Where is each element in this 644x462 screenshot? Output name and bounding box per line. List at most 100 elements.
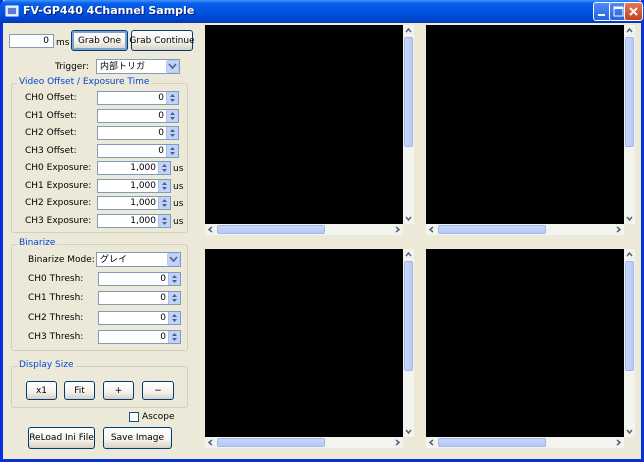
spinner-arrows-icon[interactable] [166,127,178,139]
spinner-arrows-icon[interactable] [166,92,178,104]
video-row-label: CH3 Offset: [25,145,77,156]
video-row-spinbox[interactable]: 1,000 [97,178,171,193]
scroll-thumb[interactable] [217,225,325,234]
thresh-row-spinbox[interactable]: 0 [98,272,181,286]
scroll-thumb[interactable] [438,225,546,234]
scroll-down-icon[interactable] [403,426,414,437]
video-row-unit: us [173,181,184,192]
save-image-button[interactable]: Save Image [103,427,172,449]
binarize-mode-select[interactable]: グレイ [96,252,181,267]
video-row-unit: us [173,164,184,174]
vertical-scrollbar[interactable] [403,25,414,224]
title-bar[interactable]: FV-GP440 4Channel Sample [0,0,644,23]
video-row-value: 1,000 [130,180,156,191]
video-row-label: CH2 Exposure: [25,198,92,208]
video-row-label: CH3 Exposure: [25,215,92,226]
vertical-scrollbar[interactable] [624,25,635,224]
chevron-down-icon[interactable] [166,60,179,73]
scroll-right-icon[interactable] [613,224,624,235]
horizontal-scrollbar[interactable] [426,437,624,448]
spinner-arrows-icon[interactable] [168,330,180,343]
scroll-thumb[interactable] [404,37,413,147]
video-row-spinbox[interactable]: 0 [97,126,179,140]
scroll-thumb[interactable] [217,438,325,447]
video-row-label: CH0 Offset: [25,93,77,103]
zoom-in-button[interactable]: + [103,381,134,400]
video-row-value: 0 [158,110,164,121]
grab-continue-button[interactable]: Grab Continue [129,30,195,51]
scroll-up-icon[interactable] [403,25,414,36]
spinner-arrows-icon[interactable] [166,144,178,157]
video-row-value: 0 [158,93,164,103]
spinner-arrows-icon[interactable] [168,311,180,324]
scroll-corner [403,224,414,235]
scroll-right-icon[interactable] [392,437,403,448]
video-row-spinbox[interactable]: 0 [97,143,179,158]
reload-ini-button[interactable]: ReLoad Ini File [28,427,95,449]
scroll-left-icon[interactable] [205,224,216,235]
vertical-scrollbar[interactable] [624,249,635,437]
spinner-arrows-icon[interactable] [158,162,170,174]
viewer-ch3[interactable] [426,249,635,448]
video-row-value: 0 [158,145,164,156]
horizontal-scrollbar[interactable] [205,437,403,448]
video-row-spinbox[interactable]: 1,000 [97,161,171,175]
scroll-up-icon[interactable] [403,249,414,260]
video-offset-group-title: Video Offset / Exposure Time [17,77,152,87]
video-row-spinbox[interactable]: 0 [97,91,179,105]
spinner-arrows-icon[interactable] [158,179,170,192]
video-row-unit: us [173,199,184,209]
trigger-select[interactable]: 内部トリガ [96,59,180,74]
scroll-up-icon[interactable] [624,25,635,36]
video-row-spinbox[interactable]: 1,000 [97,196,171,210]
spinner-arrows-icon[interactable] [158,214,170,227]
scroll-up-icon[interactable] [624,249,635,260]
thresh-row-label: CH3 Thresh: [28,331,84,342]
chevron-down-icon[interactable] [167,253,180,266]
grab-one-button[interactable]: Grab One [71,30,128,51]
scroll-thumb[interactable] [625,261,634,371]
thresh-row-spinbox[interactable]: 0 [98,329,181,344]
viewer-ch1[interactable] [426,25,635,235]
scroll-down-icon[interactable] [624,213,635,224]
zoom-out-button[interactable]: − [142,381,174,400]
ascope-checkbox[interactable] [129,412,139,422]
close-button[interactable] [624,2,643,21]
spinner-arrows-icon[interactable] [166,109,178,122]
thresh-row-label: CH1 Thresh: [28,293,84,304]
video-row-value: 1,000 [130,198,156,208]
video-row-label: CH0 Exposure: [25,163,92,173]
thresh-row-label: CH2 Thresh: [28,312,84,323]
viewer-ch0[interactable] [205,25,414,235]
scroll-thumb[interactable] [625,37,634,147]
scroll-right-icon[interactable] [613,437,624,448]
thresh-row-spinbox[interactable]: 0 [98,291,181,306]
scroll-thumb[interactable] [438,438,546,447]
vertical-scrollbar[interactable] [403,249,414,437]
spinner-arrows-icon[interactable] [158,197,170,209]
scroll-left-icon[interactable] [426,224,437,235]
scroll-left-icon[interactable] [426,437,437,448]
zoom-x1-button[interactable]: x1 [26,381,57,400]
video-row-spinbox[interactable]: 0 [97,108,179,123]
zoom-fit-button[interactable]: Fit [64,381,95,400]
video-offset-group: Video Offset / Exposure Time [11,77,188,233]
trigger-label: Trigger: [55,62,89,72]
video-row-value: 0 [158,128,164,138]
scroll-down-icon[interactable] [624,426,635,437]
viewer-ch2[interactable] [205,249,414,448]
scroll-corner [624,437,635,448]
scroll-down-icon[interactable] [403,213,414,224]
ascope-label: Ascope [142,412,175,422]
scroll-left-icon[interactable] [205,437,216,448]
spinner-arrows-icon[interactable] [168,292,180,305]
spinner-arrows-icon[interactable] [168,273,180,285]
scroll-right-icon[interactable] [392,224,403,235]
video-row-label: CH2 Offset: [25,128,77,138]
thresh-row-spinbox[interactable]: 0 [98,310,181,325]
video-row-spinbox[interactable]: 1,000 [97,213,171,228]
scroll-thumb[interactable] [404,261,413,371]
horizontal-scrollbar[interactable] [205,224,403,235]
horizontal-scrollbar[interactable] [426,224,624,235]
trigger-value: 内部トリガ [100,62,146,72]
